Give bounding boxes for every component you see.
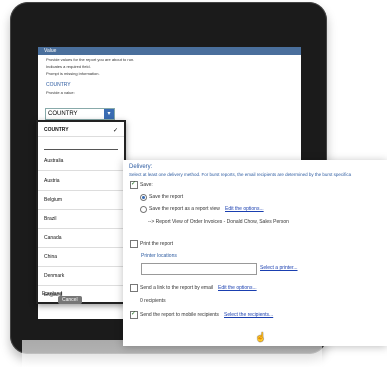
missing-info-note: Prompt is missing information. xyxy=(46,71,100,76)
country-dropdown: COUNTRY ✓ Australia Austria Belgium Braz… xyxy=(36,120,126,304)
mobile-checkbox[interactable]: ✓ xyxy=(130,311,138,319)
dropdown-item[interactable]: China xyxy=(44,254,57,260)
check-icon: ✓ xyxy=(112,128,118,134)
chevron-down-icon: ▾ xyxy=(104,109,114,119)
email-link-checkbox[interactable] xyxy=(130,284,138,292)
print-checkbox[interactable] xyxy=(130,240,138,248)
check-icon: ✓ xyxy=(131,181,137,187)
dropdown-item[interactable]: Denmark xyxy=(44,273,64,279)
save-as-view-label: Save the report as a report view xyxy=(149,206,220,212)
recipients-count: 0 recipients xyxy=(140,298,166,304)
dropdown-item[interactable]: Belgium xyxy=(44,197,62,203)
save-report-radio[interactable] xyxy=(140,194,147,201)
cancel-button[interactable]: Cancel xyxy=(58,296,82,304)
delivery-subtitle: Select at least one delivery method. For… xyxy=(129,172,352,177)
delivery-panel: Delivery: Select at least one delivery m… xyxy=(123,160,387,346)
edit-options-link[interactable]: Edit the options... xyxy=(225,206,264,212)
required-field-note: Indicates a required field. xyxy=(46,64,91,69)
email-edit-options-link[interactable]: Edit the options... xyxy=(218,285,257,291)
dropdown-item[interactable]: Brazil xyxy=(44,216,57,222)
dropdown-header[interactable]: COUNTRY xyxy=(44,127,69,133)
dropdown-item[interactable]: Canada xyxy=(44,235,62,241)
print-label: Print the report xyxy=(140,241,174,247)
save-label: Save: xyxy=(140,182,153,188)
email-link-label: Send a link to the report by email xyxy=(140,285,214,291)
country-prompt-label: Provide a value: xyxy=(46,90,75,95)
report-view-note: --> Report View of Order Invoices - Dona… xyxy=(148,219,289,225)
prompt-instructions: Provide values for the report you are ab… xyxy=(46,57,135,62)
country-select[interactable]: COUNTRY ▾ xyxy=(45,108,115,120)
printer-locations-label: Printer locations xyxy=(141,253,177,259)
save-checkbox[interactable]: ✓ xyxy=(130,181,138,189)
country-heading: COUNTRY xyxy=(46,82,71,88)
save-as-view-radio[interactable] xyxy=(140,206,147,213)
mobile-label: Send the report to mobile recipients xyxy=(140,312,219,318)
printer-location-input[interactable] xyxy=(141,263,257,275)
dropdown-item[interactable]: Austria xyxy=(44,178,60,184)
select-recipients-link[interactable]: Select the recipients... xyxy=(224,312,273,318)
country-select-value: COUNTRY xyxy=(48,111,78,117)
top-bar: Value xyxy=(38,47,301,55)
hand-cursor-icon: ☝ xyxy=(255,332,267,342)
check-icon: ✓ xyxy=(131,311,137,317)
dropdown-item[interactable]: Australia xyxy=(44,158,63,164)
save-report-label: Save the report xyxy=(149,194,184,200)
select-printer-link[interactable]: Select a printer... xyxy=(260,265,298,271)
delivery-title: Delivery: xyxy=(129,164,153,170)
